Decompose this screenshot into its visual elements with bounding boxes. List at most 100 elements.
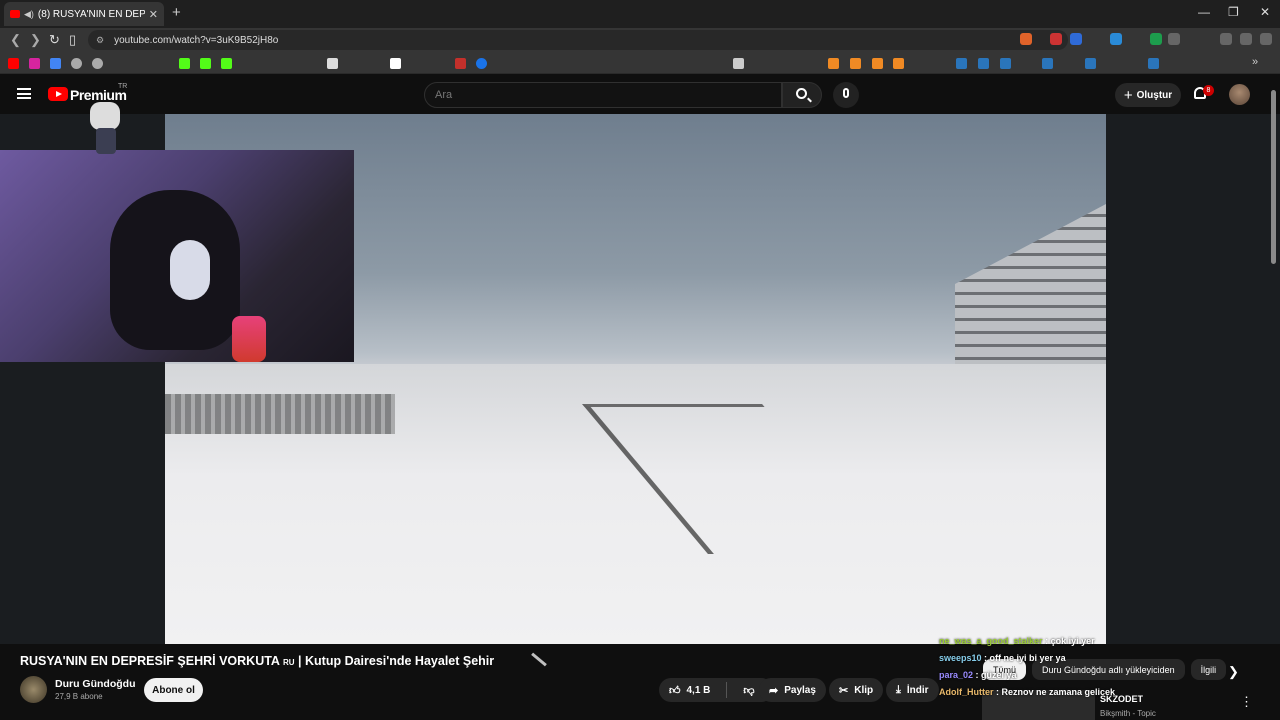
- youtube-logo-icon[interactable]: [48, 87, 68, 101]
- close-tab-icon[interactable]: ✕: [149, 8, 158, 21]
- bookmark-steam-icon[interactable]: [1000, 58, 1011, 69]
- minimize-button[interactable]: —: [1198, 5, 1210, 19]
- bookmark-steam-icon[interactable]: [978, 58, 989, 69]
- bookmark-icon[interactable]: [828, 58, 839, 69]
- channel-name[interactable]: Duru Gündoğdu: [55, 678, 135, 690]
- back-icon[interactable]: ❮: [10, 32, 21, 48]
- bookmark-x-icon[interactable]: [327, 58, 338, 69]
- bookmark-steam-icon[interactable]: [956, 58, 967, 69]
- more-options-icon[interactable]: ⋮: [1240, 694, 1253, 710]
- stream-chat-overlay: ne_was_a_good_stalker : çok iyi yer swee…: [939, 636, 1115, 704]
- sword-icon: [531, 652, 547, 667]
- like-count: 4,1 B: [686, 684, 711, 696]
- bookmark-steam-icon[interactable]: [1085, 58, 1096, 69]
- brave-shield-icon[interactable]: [1020, 33, 1032, 45]
- voice-search-button[interactable]: [833, 82, 859, 108]
- bookmark-icon[interactable]: [50, 58, 61, 69]
- site-info-icon[interactable]: ⚙: [96, 35, 104, 46]
- bookmark-icon[interactable]: [872, 58, 883, 69]
- extension-icon[interactable]: [1150, 33, 1162, 45]
- scissors-icon: ✂: [839, 684, 849, 697]
- bookmark-paypal-icon[interactable]: [390, 58, 401, 69]
- recommended-video-channel[interactable]: Bikşmith - Topic: [1100, 709, 1156, 718]
- create-label: Oluştur: [1136, 89, 1173, 101]
- channel-avatar[interactable]: [20, 676, 47, 703]
- forward-icon[interactable]: ❯: [30, 32, 41, 48]
- bookmark-icon[interactable]: ▯: [69, 32, 76, 48]
- youtube-header: Premium TR Ara + Oluştur 8: [0, 74, 1280, 114]
- bookmark-steam-icon[interactable]: [1148, 58, 1159, 69]
- browser-tab[interactable]: ◀) (8) RUSYA'NIN EN DEPRESİF Ş ✕: [4, 2, 164, 26]
- more-bookmarks-icon[interactable]: »: [1252, 56, 1258, 68]
- browser-tab-strip: ◀) (8) RUSYA'NIN EN DEPRESİF Ş ✕ + — ❐ ✕: [0, 0, 1280, 28]
- bookmark-folder-icon[interactable]: [733, 58, 744, 69]
- extensions-puzzle-icon[interactable]: [1168, 33, 1180, 45]
- download-icon[interactable]: [1220, 33, 1232, 45]
- search-input[interactable]: Ara: [424, 82, 782, 108]
- bookmark-icon[interactable]: [850, 58, 861, 69]
- extension-icon[interactable]: [1050, 33, 1062, 45]
- bookmark-kick-icon[interactable]: [200, 58, 211, 69]
- clip-button[interactable]: ✂ Klip: [829, 678, 884, 702]
- download-arrow-icon: ⤓: [896, 683, 901, 696]
- menu-icon[interactable]: [1260, 33, 1272, 45]
- search-button[interactable]: [782, 82, 822, 108]
- like-button[interactable]: 👍︎ 4,1 B: [659, 678, 720, 702]
- reload-icon[interactable]: ↻: [49, 32, 60, 48]
- bookmark-kick-icon[interactable]: [221, 58, 232, 69]
- bookmark-steam-icon[interactable]: [1042, 58, 1053, 69]
- clip-label: Klip: [854, 684, 874, 696]
- media-icon[interactable]: [1240, 33, 1252, 45]
- microphone-icon: [843, 88, 849, 98]
- speaker-icon[interactable]: ◀): [24, 9, 34, 20]
- tab-title: (8) RUSYA'NIN EN DEPRESİF Ş: [37, 8, 145, 20]
- address-row: ❮ ❯ ↻ ▯ ⚙ youtube.com/watch?v=3uK9B52jH8…: [0, 28, 1280, 52]
- download-label: İndir: [906, 684, 929, 696]
- chevron-right-icon[interactable]: ❯: [1228, 664, 1239, 680]
- close-window-button[interactable]: ✕: [1260, 5, 1270, 19]
- extension-icon[interactable]: [1110, 33, 1122, 45]
- thumbs-down-icon: 👎︎: [743, 684, 755, 697]
- bookmark-youtube-icon[interactable]: [8, 58, 19, 69]
- bookmark-kick-icon[interactable]: [179, 58, 190, 69]
- mascot-sticker: [86, 102, 128, 158]
- subscribe-button[interactable]: Abone ol: [144, 678, 203, 702]
- create-button[interactable]: + Oluştur: [1115, 83, 1181, 107]
- chat-message: Adolf_Hutter : Reznov ne zamana gelicek: [939, 687, 1116, 697]
- flag-label: RU: [282, 658, 295, 667]
- streamer-webcam-overlay: [0, 150, 354, 362]
- account-avatar[interactable]: [1229, 84, 1250, 105]
- page-scrollbar[interactable]: [1271, 90, 1276, 264]
- url-text: youtube.com/watch?v=3uK9B52jH8o: [114, 34, 279, 46]
- video-distant-buildings: [165, 394, 395, 434]
- bookmark-icon[interactable]: [476, 58, 487, 69]
- region-code: TR: [118, 83, 128, 90]
- notification-badge: 8: [1203, 85, 1214, 96]
- bookmark-icon[interactable]: [92, 58, 103, 69]
- chat-message: ne_was_a_good_stalker : çok iyi yer: [939, 636, 1095, 646]
- divider: [726, 682, 728, 698]
- subscriber-count: 27,9 B abone: [55, 692, 103, 701]
- search-icon: [796, 88, 807, 99]
- chat-message: para_02 : güzel ya: [939, 670, 1017, 680]
- extension-icon[interactable]: [1070, 33, 1082, 45]
- search-placeholder: Ara: [435, 89, 453, 101]
- hamburger-menu-icon[interactable]: [17, 88, 31, 99]
- bookmark-icon[interactable]: [893, 58, 904, 69]
- bookmark-instagram-icon[interactable]: [29, 58, 40, 69]
- address-bar[interactable]: ⚙ youtube.com/watch?v=3uK9B52jH8o: [88, 30, 1068, 50]
- video-player[interactable]: [0, 102, 1280, 644]
- video-apartment-building: [955, 204, 1106, 364]
- bookmark-icon[interactable]: [71, 58, 82, 69]
- thumbs-up-icon: 👍︎: [669, 684, 681, 697]
- share-icon: ➦: [769, 684, 779, 697]
- download-button[interactable]: ⤓ İndir: [886, 678, 939, 702]
- new-tab-button[interactable]: +: [172, 4, 181, 21]
- bookmark-icon[interactable]: [455, 58, 466, 69]
- maximize-button[interactable]: ❐: [1228, 5, 1239, 19]
- chip-related[interactable]: İlgili: [1190, 659, 1227, 680]
- bookmarks-bar: »: [0, 52, 1280, 74]
- share-button[interactable]: ➦ Paylaş: [759, 678, 826, 702]
- youtube-favicon-icon: [10, 10, 20, 18]
- video-title: RUSYA'NIN EN DEPRESİF ŞEHRİ VORKUTA RU |…: [20, 654, 495, 668]
